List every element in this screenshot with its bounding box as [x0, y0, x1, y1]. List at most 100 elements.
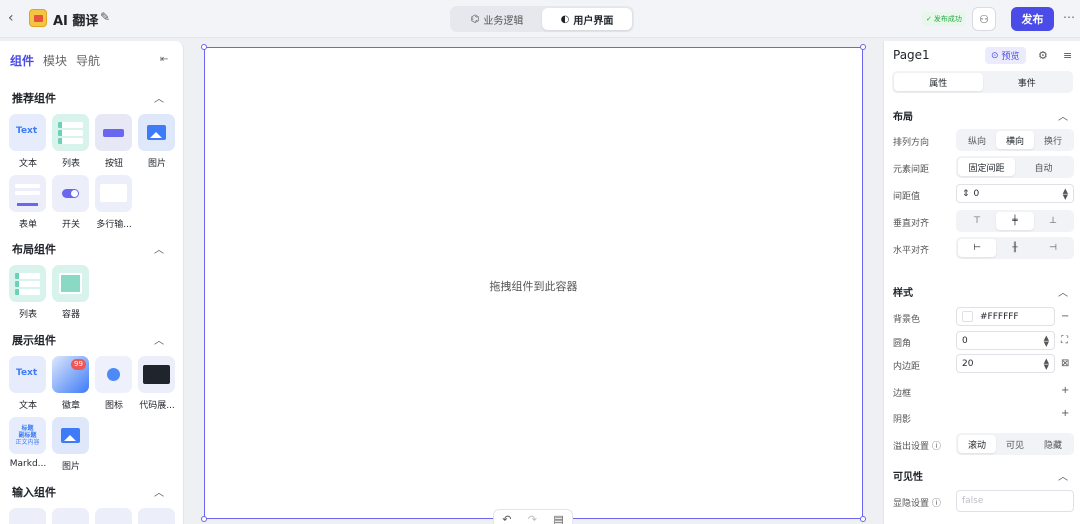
component-image[interactable]: 图片 [52, 417, 90, 472]
preview-button[interactable]: ⊙ 预览 [985, 47, 1026, 64]
component-form[interactable]: 表单 [9, 175, 47, 230]
tab-components[interactable]: 组件 [10, 52, 34, 69]
publish-button[interactable]: 发布 [1011, 7, 1054, 31]
markdown-icon-line: 正文内容 [15, 439, 40, 446]
property-label: 排列方向 [893, 138, 930, 148]
corners-icon[interactable]: ⛶ [1061, 335, 1068, 346]
chevron-up-icon[interactable]: ︿ [1058, 108, 1068, 123]
align-center-icon[interactable]: ╫ [996, 239, 1034, 257]
resize-handle[interactable] [860, 44, 866, 50]
gear-icon[interactable]: ⚙ [1038, 49, 1048, 62]
component-image[interactable]: 图片 [138, 114, 176, 169]
publish-status-text: 发布成功 [933, 15, 962, 23]
gap-input[interactable]: ⇕ 0 ▲ ▼ [956, 184, 1074, 203]
tab-events[interactable]: 事件 [983, 73, 1072, 91]
tab-modules[interactable]: 模块 [43, 52, 67, 69]
component-code[interactable]: 代码展... [138, 356, 176, 411]
tab-user-interface[interactable]: ◐ 用户界面 [542, 8, 632, 30]
direction-option[interactable]: 换行 [1034, 131, 1072, 149]
chevron-up-icon[interactable]: ︿ [154, 332, 164, 347]
align-top-icon[interactable]: ⊤ [958, 212, 996, 230]
edit-icon[interactable]: ✎ [100, 10, 110, 24]
component-switch[interactable]: 开关 [52, 175, 90, 230]
valign-segmented: ⊤ ╪ ⊥ [956, 210, 1074, 232]
more-icon[interactable]: ⋯ [1063, 10, 1075, 24]
save-file-icon[interactable]: ▤ [553, 513, 563, 524]
radius-input[interactable]: 0 ▲ ▼ [956, 331, 1055, 350]
direction-option[interactable]: 纵向 [958, 131, 996, 149]
tab-properties[interactable]: 属性 [894, 73, 983, 91]
resize-handle[interactable] [860, 516, 866, 522]
back-icon[interactable]: ‹ [8, 10, 14, 26]
chevron-up-icon[interactable]: ︿ [154, 484, 164, 499]
direction-segmented: 纵向 横向 换行 [956, 129, 1074, 151]
component-list[interactable]: 列表 [9, 265, 47, 320]
color-swatch[interactable] [962, 311, 973, 322]
tab-navigation[interactable]: 导航 [76, 52, 100, 69]
preview-label: 预览 [1001, 52, 1020, 62]
collapse-panel-icon[interactable]: ⇤ [160, 54, 168, 65]
spacing-option[interactable]: 自动 [1015, 158, 1072, 176]
component-container[interactable]: 容器 [52, 265, 90, 320]
align-left-icon[interactable]: ⊢ [958, 239, 996, 257]
stepper-icon[interactable]: ▲ ▼ [1063, 187, 1068, 200]
menu-icon[interactable]: ≡ [1063, 49, 1072, 62]
padding-sides-icon[interactable]: ⊠ [1061, 358, 1069, 369]
overflow-option[interactable]: 滚动 [958, 435, 996, 453]
background-color-input[interactable]: #FFFFFF [956, 307, 1055, 326]
component-textarea[interactable]: 多行输... [95, 175, 133, 230]
section-title: 布局 [893, 112, 913, 123]
component-badge[interactable]: 99 徽章 [52, 356, 90, 411]
switch-icon [52, 175, 89, 212]
component-icon[interactable]: 图标 [95, 356, 133, 411]
section-title: 布局组件 [12, 243, 56, 256]
tab-business-logic[interactable]: ⌬ 业务逻辑 [452, 8, 542, 30]
component-text[interactable]: Text 文本 [9, 356, 47, 411]
mode-switch: ⌬ 业务逻辑 ◐ 用户界面 [450, 6, 634, 32]
collaborators-button[interactable]: ⚇ [972, 7, 996, 31]
chevron-up-icon[interactable]: ︿ [1058, 284, 1068, 299]
component-input[interactable] [9, 508, 47, 524]
info-icon[interactable]: ⓘ [932, 442, 941, 452]
align-right-icon[interactable]: ⊣ [1034, 239, 1072, 257]
component-text[interactable]: Text 文本 [9, 114, 47, 169]
component-input[interactable] [138, 508, 176, 524]
component-input[interactable] [52, 508, 90, 524]
overflow-option[interactable]: 可见 [996, 435, 1034, 453]
markdown-icon: 标题 副标题 正文内容 [9, 417, 46, 454]
chevron-up-icon[interactable]: ︿ [154, 90, 164, 105]
design-canvas[interactable]: 拖拽组件到此容器 [201, 44, 866, 522]
resize-handle[interactable] [201, 44, 207, 50]
stepper-icon[interactable]: ▲ ▼ [1044, 334, 1049, 347]
property-tabs: 属性 事件 [892, 71, 1073, 93]
align-middle-icon[interactable]: ╪ [996, 212, 1034, 230]
halign-segmented: ⊢ ╫ ⊣ [956, 237, 1074, 259]
hidden-expression-input[interactable]: false [956, 490, 1074, 512]
padding-input[interactable]: 20 ▲ ▼ [956, 354, 1055, 373]
input-icon [95, 508, 132, 524]
page-name: Page1 [893, 48, 930, 62]
redo-icon[interactable]: ↷ [528, 513, 537, 524]
list-icon [52, 114, 89, 151]
component-label: 列表 [18, 310, 37, 320]
add-shadow-icon[interactable]: + [1061, 408, 1069, 419]
text-icon-label: Text [16, 126, 38, 136]
property-label: 间距值 [893, 192, 921, 202]
chevron-up-icon[interactable]: ︿ [154, 241, 164, 256]
add-border-icon[interactable]: + [1061, 385, 1069, 396]
stepper-icon[interactable]: ▲ ▼ [1044, 357, 1049, 370]
overflow-option[interactable]: 隐藏 [1034, 435, 1072, 453]
minus-icon[interactable]: − [1061, 311, 1069, 322]
component-input[interactable] [95, 508, 133, 524]
info-icon[interactable]: ⓘ [932, 499, 941, 509]
undo-icon[interactable]: ↶ [502, 513, 511, 524]
play-circle-icon: ⊙ [991, 50, 999, 61]
align-bottom-icon[interactable]: ⊥ [1034, 212, 1072, 230]
direction-option[interactable]: 横向 [996, 131, 1034, 149]
chevron-up-icon[interactable]: ︿ [1058, 468, 1068, 483]
component-list[interactable]: 列表 [52, 114, 90, 169]
component-button[interactable]: 按钮 [95, 114, 133, 169]
component-markdown[interactable]: 标题 副标题 正文内容 Markd... [9, 417, 47, 469]
resize-handle[interactable] [201, 516, 207, 522]
spacing-option[interactable]: 固定间距 [958, 158, 1015, 176]
